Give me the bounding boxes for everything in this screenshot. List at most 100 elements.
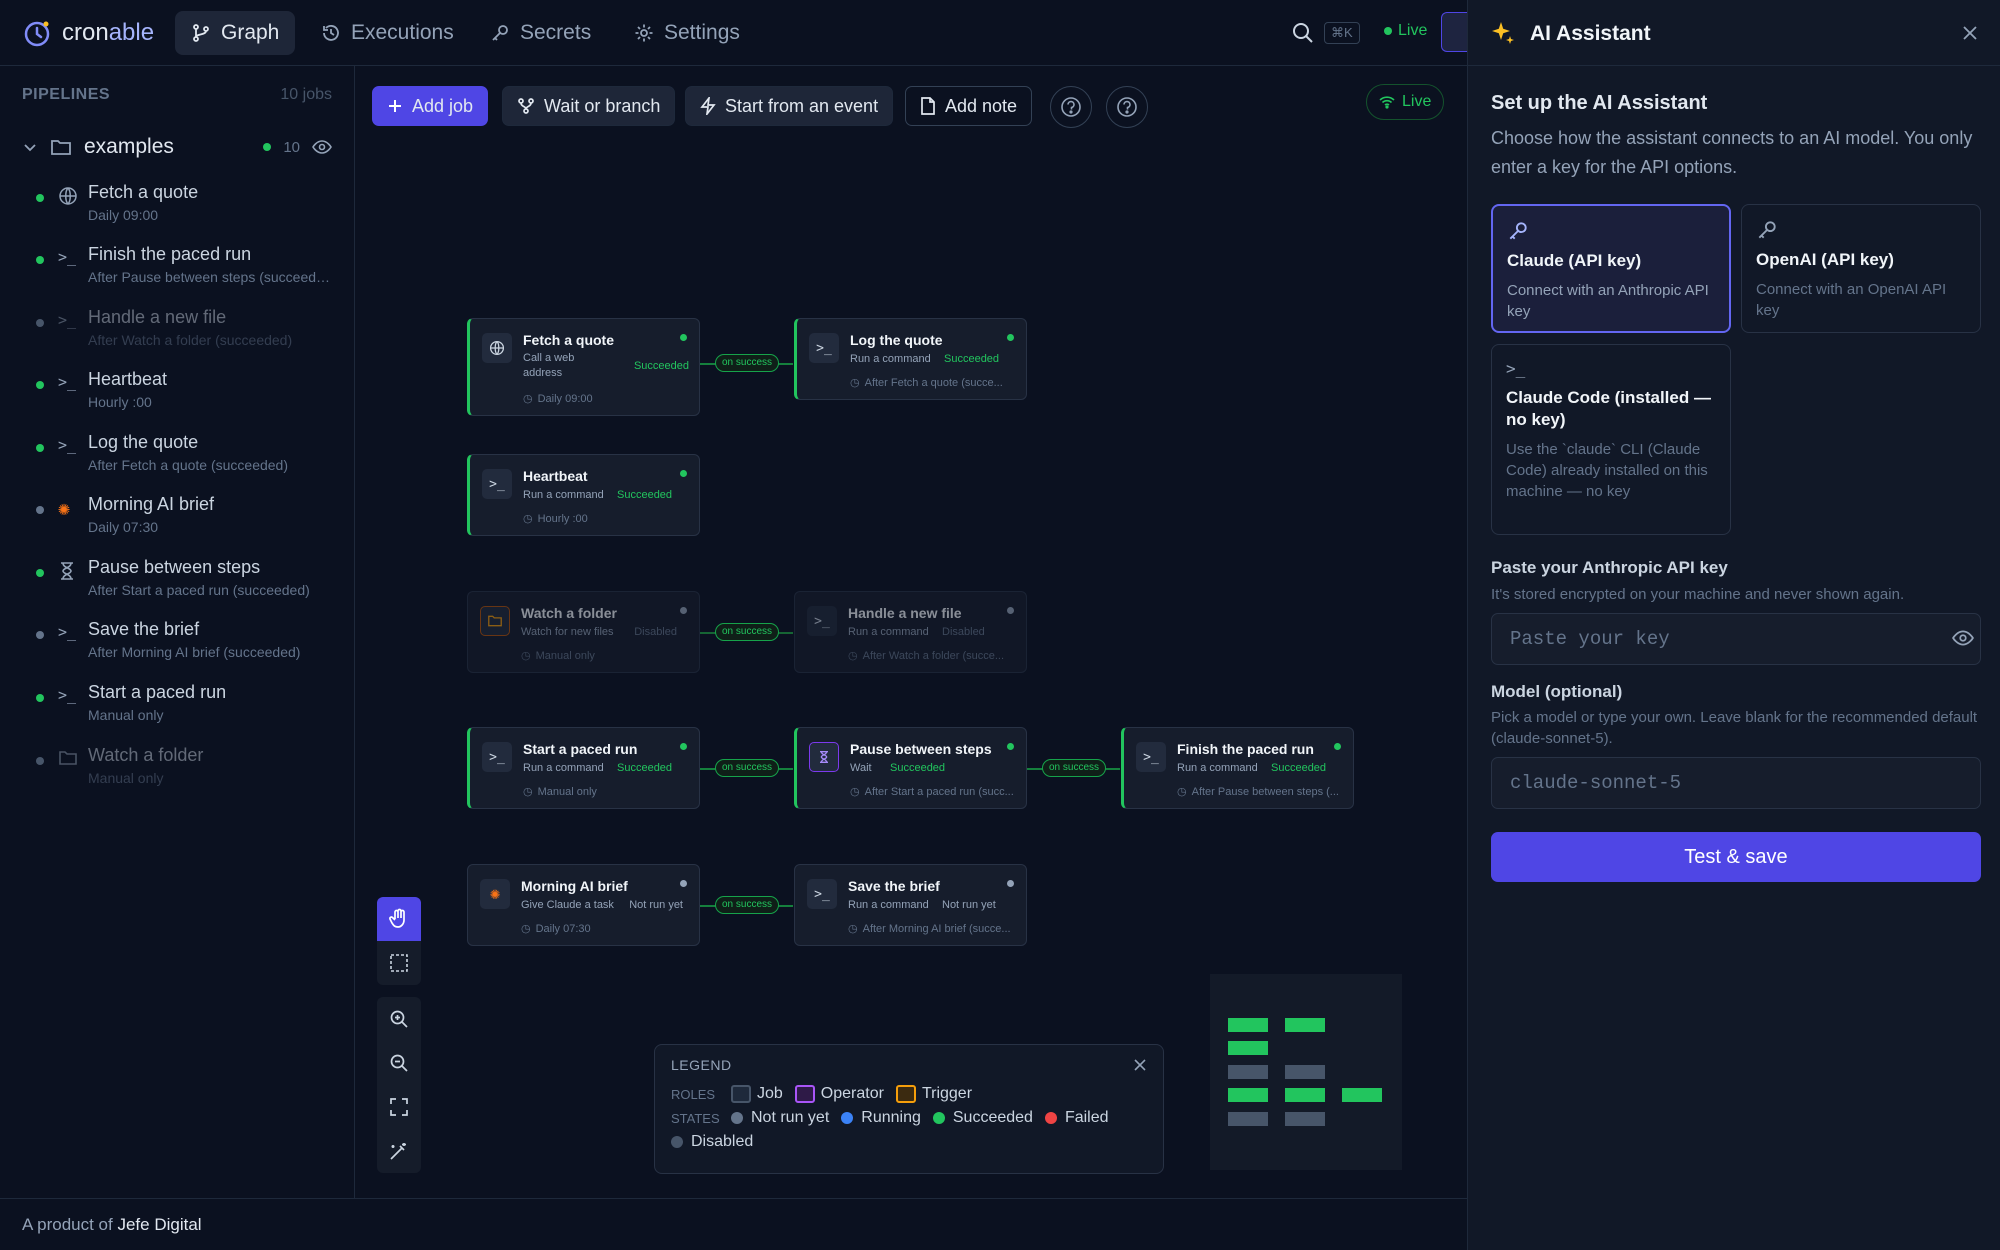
list-item[interactable]: Watch a folder Manual only bbox=[36, 745, 336, 801]
list-item[interactable]: >_ Save the brief After Morning AI brief… bbox=[36, 619, 336, 675]
node-type: Run a command bbox=[850, 353, 931, 365]
node-state: Succeeded bbox=[617, 762, 673, 774]
minimap-node bbox=[1285, 1088, 1325, 1102]
graph-canvas[interactable]: Add job Wait or branch Start from an eve… bbox=[356, 67, 1467, 1198]
close-icon[interactable] bbox=[1133, 1058, 1147, 1072]
option-claude-code[interactable]: >_ Claude Code (installed — no key) Use … bbox=[1491, 344, 1731, 535]
status-dot bbox=[680, 607, 687, 614]
list-item[interactable]: >_ Handle a new file After Watch a folde… bbox=[36, 307, 336, 363]
minimap-node bbox=[1285, 1065, 1325, 1079]
node-state: Not run yet bbox=[629, 899, 683, 911]
terminal-icon: >_ bbox=[58, 311, 77, 329]
node-fetch-a-quote[interactable]: Fetch a quote Call a web address Succeed… bbox=[467, 318, 700, 416]
status-dot bbox=[36, 319, 44, 327]
item-schedule: Daily 07:30 bbox=[88, 519, 159, 535]
edge-label: on success bbox=[715, 623, 780, 641]
tab-label: Executions bbox=[351, 21, 454, 44]
model-label: Model (optional) bbox=[1491, 682, 1623, 701]
node-title: Heartbeat bbox=[523, 468, 588, 484]
node-title: Fetch a quote bbox=[523, 332, 615, 348]
node-title: Watch a folder bbox=[521, 605, 617, 621]
help-button[interactable] bbox=[1050, 86, 1092, 128]
status-dot bbox=[36, 694, 44, 702]
minimap[interactable] bbox=[1210, 974, 1402, 1170]
button-label: Add note bbox=[945, 95, 1018, 116]
node-watch-a-folder[interactable]: Watch a folder Watch for new files Disab… bbox=[467, 591, 700, 673]
folder-examples[interactable]: examples 10 bbox=[22, 132, 332, 162]
minimap-node bbox=[1228, 1041, 1268, 1055]
tab-graph[interactable]: Graph bbox=[175, 11, 296, 55]
node-schedule: ◷ After Morning AI brief (succe... bbox=[848, 922, 1011, 936]
model-input[interactable] bbox=[1491, 757, 1981, 809]
minimap-node bbox=[1285, 1112, 1325, 1126]
hourglass-icon bbox=[58, 561, 80, 583]
option-openai-api-key[interactable]: OpenAI (API key) Connect with an OpenAI … bbox=[1741, 204, 1981, 333]
eye-icon[interactable] bbox=[312, 140, 332, 154]
assistant-toggle-button[interactable] bbox=[1441, 12, 1467, 52]
test-and-save-button[interactable]: Test & save bbox=[1491, 832, 1981, 882]
start-from-event-button[interactable]: Start from an event bbox=[685, 86, 894, 126]
fit-view-button[interactable] bbox=[377, 1085, 421, 1129]
edge-label: on success bbox=[715, 896, 780, 914]
list-item[interactable]: >_ Heartbeat Hourly :00 bbox=[36, 369, 336, 425]
terminal-icon: >_ bbox=[482, 469, 512, 499]
list-item[interactable]: ✺ Morning AI brief Daily 07:30 bbox=[36, 494, 336, 550]
wait-or-branch-button[interactable]: Wait or branch bbox=[502, 86, 676, 126]
add-note-button[interactable]: Add note bbox=[905, 86, 1033, 126]
search-icon[interactable] bbox=[1292, 22, 1314, 44]
close-icon[interactable] bbox=[1961, 24, 1979, 42]
add-job-button[interactable]: Add job bbox=[372, 86, 489, 126]
legend-title: LEGEND bbox=[671, 1057, 732, 1073]
node-start-a-paced-run[interactable]: >_ Start a paced run Run a command Succe… bbox=[467, 727, 700, 809]
api-key-input[interactable] bbox=[1491, 613, 1981, 665]
node-finish-the-paced-run[interactable]: >_ Finish the paced run Run a command Su… bbox=[1121, 727, 1354, 809]
claude-icon: ✺ bbox=[58, 496, 71, 520]
button-label: Add job bbox=[412, 95, 474, 116]
list-item[interactable]: >_ Start a paced run Manual only bbox=[36, 682, 336, 738]
tab-settings[interactable]: Settings bbox=[618, 11, 756, 55]
list-item[interactable]: >_ Log the quote After Fetch a quote (su… bbox=[36, 432, 336, 488]
tour-button[interactable] bbox=[1106, 86, 1148, 128]
item-name: Heartbeat bbox=[88, 369, 168, 389]
list-item[interactable]: Fetch a quote Daily 09:00 bbox=[36, 182, 336, 238]
eye-icon[interactable] bbox=[1952, 630, 1974, 646]
zoom-in-button[interactable] bbox=[377, 997, 421, 1041]
option-claude-api-key[interactable]: Claude (API key) Connect with an Anthrop… bbox=[1491, 204, 1731, 333]
zoom-out-button[interactable] bbox=[377, 1041, 421, 1085]
tab-secrets[interactable]: Secrets bbox=[474, 11, 607, 55]
auto-layout-button[interactable] bbox=[377, 1129, 421, 1173]
node-morning-ai-brief[interactable]: ✺ Morning AI brief Give Claude a task No… bbox=[467, 864, 700, 946]
node-pause-between-steps[interactable]: Pause between steps Wait Succeeded ◷ Aft… bbox=[794, 727, 1027, 809]
node-title: Start a paced run bbox=[523, 741, 638, 757]
fullscreen-icon bbox=[389, 1097, 409, 1117]
item-schedule: After Pause between steps (succeeded) bbox=[88, 269, 334, 285]
list-item[interactable]: Pause between steps After Start a paced … bbox=[36, 557, 336, 613]
zoom-in-icon bbox=[389, 1009, 409, 1029]
terminal-icon: >_ bbox=[58, 686, 77, 704]
tab-label: Settings bbox=[664, 21, 740, 44]
node-log-the-quote[interactable]: >_ Log the quote Run a command Succeeded… bbox=[794, 318, 1027, 400]
list-item[interactable]: >_ Finish the paced run After Pause betw… bbox=[36, 244, 336, 300]
legend-state-failed: Failed bbox=[1044, 1109, 1109, 1127]
minimap-node bbox=[1285, 1018, 1325, 1032]
status-dot bbox=[680, 880, 687, 887]
terminal-icon: >_ bbox=[482, 742, 512, 772]
footer-brand-link[interactable]: Jefe Digital bbox=[117, 1215, 201, 1234]
pan-tool-button[interactable] bbox=[377, 897, 421, 941]
status-dot bbox=[36, 444, 44, 452]
node-heartbeat[interactable]: >_ Heartbeat Run a command Succeeded ◷ H… bbox=[467, 454, 700, 536]
question-icon bbox=[1116, 96, 1138, 118]
tab-executions[interactable]: Executions bbox=[305, 11, 470, 55]
chevron-down-icon[interactable] bbox=[22, 139, 38, 155]
logo[interactable]: cronable bbox=[22, 18, 154, 48]
select-tool-button[interactable] bbox=[377, 941, 421, 985]
globe-icon bbox=[58, 186, 80, 208]
footer-text: A product of bbox=[22, 1215, 113, 1234]
status-dot bbox=[680, 334, 687, 341]
node-schedule: ◷ Manual only bbox=[523, 785, 597, 799]
legend-roles: ROLES Job Operator Trigger bbox=[671, 1085, 1147, 1103]
item-schedule: Manual only bbox=[88, 770, 164, 786]
node-handle-a-new-file[interactable]: >_ Handle a new file Run a command Disab… bbox=[794, 591, 1027, 673]
node-state: Disabled bbox=[942, 626, 985, 638]
node-save-the-brief[interactable]: >_ Save the brief Run a command Not run … bbox=[794, 864, 1027, 946]
